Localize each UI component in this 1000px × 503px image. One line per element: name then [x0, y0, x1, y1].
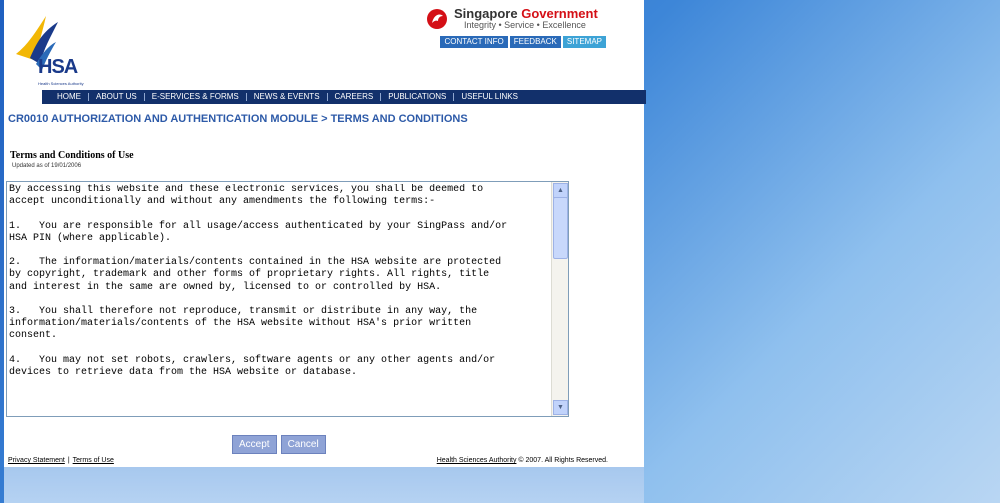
nav-publications[interactable]: PUBLICATIONS: [381, 93, 455, 101]
gov-tagline: Integrity • Service • Excellence: [464, 20, 586, 30]
hsa-logo[interactable]: HSA Health Sciences Authority: [12, 14, 122, 86]
page-bottom-band: [4, 467, 644, 503]
nav-about-us[interactable]: ABOUT US: [89, 93, 145, 101]
cancel-button[interactable]: Cancel: [280, 435, 326, 454]
singapore-government-logo[interactable]: Singapore Government Integrity • Service…: [426, 6, 606, 36]
main-nav: HOME ABOUT US E-SERVICES & FORMS NEWS & …: [42, 90, 646, 104]
scroll-down-icon[interactable]: ▼: [553, 400, 568, 415]
terms-of-use-link[interactable]: Terms of Use: [73, 457, 114, 464]
hsa-footer-link[interactable]: Health Sciences Authority: [437, 457, 517, 464]
copyright-text: © 2007. All Rights Reserved.: [516, 457, 608, 464]
scroll-up-icon[interactable]: ▲: [553, 183, 568, 198]
gov-title: Singapore Government: [454, 6, 598, 21]
page: HSA Health Sciences Authority Singapore …: [4, 0, 646, 467]
terms-textarea[interactable]: By accessing this website and these elec…: [6, 181, 569, 417]
gov-title-government: Government: [521, 6, 598, 21]
nav-home[interactable]: HOME: [50, 93, 89, 101]
page-title: CR0010 AUTHORIZATION AND AUTHENTICATION …: [8, 113, 468, 125]
top-links: CONTACT INFO FEEDBACK SITEMAP: [440, 36, 606, 48]
accept-button[interactable]: Accept: [232, 435, 277, 454]
logo-subtitle: Health Sciences Authority: [38, 81, 84, 86]
terms-updated-date: Updated as of 19/01/2006: [12, 163, 82, 169]
contact-info-link[interactable]: CONTACT INFO: [440, 36, 508, 48]
nav-e-services-forms[interactable]: E-SERVICES & FORMS: [145, 93, 247, 101]
nav-news-events[interactable]: NEWS & EVENTS: [247, 93, 328, 101]
logo-text: HSA: [38, 56, 78, 78]
lion-head-icon: [427, 9, 447, 29]
copyright: Health Sciences Authority © 2007. All Ri…: [437, 457, 608, 464]
terms-scrollbar[interactable]: ▲ ▼: [551, 182, 568, 416]
sitemap-link[interactable]: SITEMAP: [562, 36, 606, 48]
footer-links: Privacy Statement | Terms of Use: [8, 457, 114, 464]
terms-body: By accessing this website and these elec…: [9, 184, 508, 379]
action-buttons: Accept Cancel: [232, 435, 326, 454]
terms-heading: Terms and Conditions of Use: [10, 150, 134, 161]
nav-useful-links[interactable]: USEFUL LINKS: [454, 93, 525, 101]
gov-title-singapore: Singapore: [454, 6, 518, 21]
feedback-link[interactable]: FEEDBACK: [509, 36, 561, 48]
nav-careers[interactable]: CAREERS: [328, 93, 382, 101]
scroll-thumb[interactable]: [553, 197, 568, 259]
privacy-statement-link[interactable]: Privacy Statement: [8, 457, 65, 464]
footer-separator: |: [67, 457, 70, 464]
